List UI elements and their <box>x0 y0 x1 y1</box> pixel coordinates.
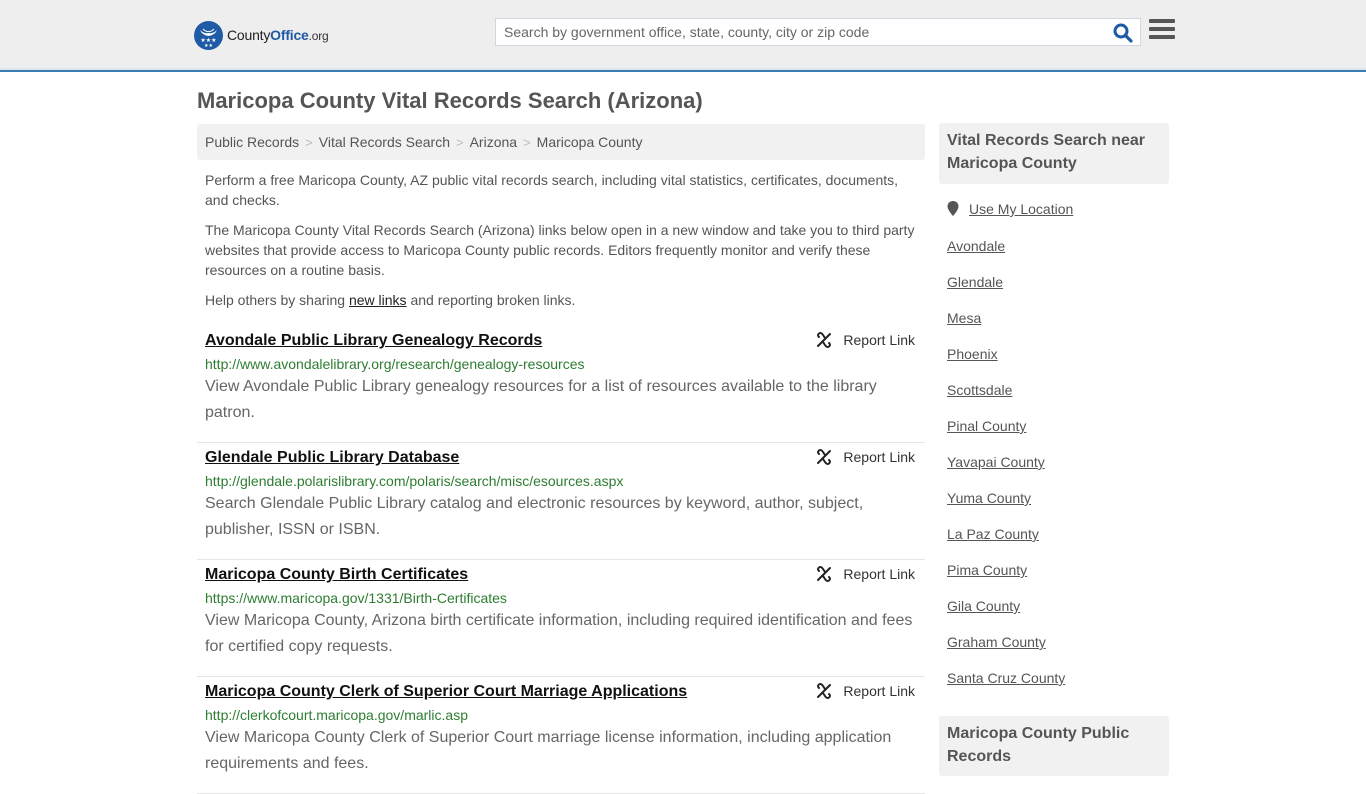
nearby-link-item: Yavapai County <box>947 453 1065 489</box>
result-item: Maricopa County Clerk of Superior Court … <box>197 677 925 794</box>
nearby-link-item: Santa Cruz County <box>947 669 1065 705</box>
nearby-link-item: Mesa <box>947 309 1065 345</box>
search-icon <box>1113 23 1133 43</box>
result-description: View Avondale Public Library genealogy r… <box>205 378 877 421</box>
public-records-heading-box: Maricopa County Public Records <box>939 716 1169 776</box>
search-button[interactable] <box>1112 22 1134 44</box>
result-item: Avondale Public Library Genealogy Record… <box>197 326 925 443</box>
report-link-label: Report Link <box>843 566 915 582</box>
breadcrumb-separator: > <box>523 134 531 150</box>
result-url: http://clerkofcourt.maricopa.gov/marlic.… <box>205 707 468 723</box>
result-title-link[interactable]: Glendale Public Library Database <box>205 449 459 467</box>
report-link-label: Report Link <box>843 683 915 699</box>
logo-eagle-icon: ★★★ ★★ <box>194 20 223 50</box>
breadcrumb: Public Records > Vital Records Search > … <box>197 124 925 160</box>
nearby-link-item: Gila County <box>947 597 1065 633</box>
nearby-link-item: Yuma County <box>947 489 1065 525</box>
public-records-heading: Maricopa County Public Records <box>947 725 1130 765</box>
report-link-button[interactable]: Report Link <box>816 683 915 699</box>
nearby-link-la-paz-county[interactable]: La Paz County <box>947 526 1039 542</box>
nearby-link-item: Scottsdale <box>947 381 1065 417</box>
search-box <box>495 18 1141 46</box>
result-url: https://www.maricopa.gov/1331/Birth-Cert… <box>205 590 507 606</box>
nearby-link-item: Pima County <box>947 561 1065 597</box>
svg-text:★★: ★★ <box>204 43 213 49</box>
nearby-link-yuma-county[interactable]: Yuma County <box>947 490 1031 506</box>
hamburger-menu-icon-bar <box>1149 19 1175 23</box>
nearby-link-item: Phoenix <box>947 345 1065 381</box>
logo-text: CountyOffice.org <box>227 27 329 43</box>
result-description: Search Glendale Public Library catalog a… <box>205 495 864 538</box>
intro-help-text: Help others by sharing <box>205 292 349 308</box>
report-link-button[interactable]: Report Link <box>816 566 915 582</box>
nearby-link-avondale[interactable]: Avondale <box>947 238 1005 254</box>
nearby-link-scottsdale[interactable]: Scottsdale <box>947 382 1012 398</box>
intro-paragraph-3: Help others by sharing new links and rep… <box>205 290 920 310</box>
nearby-link-item: Graham County <box>947 633 1065 669</box>
report-link-button[interactable]: Report Link <box>816 332 915 348</box>
result-title-link[interactable]: Maricopa County Birth Certificates <box>205 566 468 584</box>
broken-link-icon <box>817 683 832 699</box>
breadcrumb-public-records[interactable]: Public Records <box>205 134 299 150</box>
nearby-link-yavapai-county[interactable]: Yavapai County <box>947 454 1045 470</box>
broken-link-icon <box>817 332 832 348</box>
hamburger-menu-button[interactable] <box>1149 19 1175 43</box>
report-link-label: Report Link <box>843 332 915 348</box>
broken-link-icon <box>817 449 832 465</box>
nearby-link-item: Avondale <box>947 237 1065 273</box>
intro-paragraph-2: The Maricopa County Vital Records Search… <box>205 222 915 278</box>
breadcrumb-maricopa-county[interactable]: Maricopa County <box>537 134 643 150</box>
hamburger-menu-icon-bar <box>1149 35 1175 39</box>
new-links-link[interactable]: new links <box>349 292 407 308</box>
breadcrumb-separator: > <box>456 134 464 150</box>
site-header: ★★★ ★★ CountyOffice.org <box>0 0 1366 72</box>
result-description: View Maricopa County Clerk of Superior C… <box>205 729 892 772</box>
nearby-link-graham-county[interactable]: Graham County <box>947 634 1046 650</box>
result-item: Maricopa County Birth Certificates Repor… <box>197 560 925 677</box>
report-link-button[interactable]: Report Link <box>816 449 915 465</box>
breadcrumb-vital-records-search[interactable]: Vital Records Search <box>319 134 450 150</box>
site-logo[interactable]: ★★★ ★★ CountyOffice.org <box>194 20 329 50</box>
nearby-link-item: Glendale <box>947 273 1065 309</box>
nearby-link-santa-cruz-county[interactable]: Santa Cruz County <box>947 670 1065 686</box>
nearby-link-gila-county[interactable]: Gila County <box>947 598 1020 614</box>
intro-paragraph-1: Perform a free Maricopa County, AZ publi… <box>205 172 899 208</box>
result-title-link[interactable]: Maricopa County Clerk of Superior Court … <box>205 683 687 701</box>
nearby-link-pima-county[interactable]: Pima County <box>947 562 1027 578</box>
report-link-label: Report Link <box>843 449 915 465</box>
breadcrumb-separator: > <box>305 134 313 150</box>
use-my-location-link[interactable]: Use My Location <box>969 201 1073 217</box>
result-url: http://glendale.polarislibrary.com/polar… <box>205 473 624 489</box>
nearby-link-glendale[interactable]: Glendale <box>947 274 1003 290</box>
nearby-link-item: La Paz County <box>947 525 1065 561</box>
result-description: View Maricopa County, Arizona birth cert… <box>205 612 913 655</box>
result-title-link[interactable]: Avondale Public Library Genealogy Record… <box>205 332 542 350</box>
nearby-link-mesa[interactable]: Mesa <box>947 310 981 326</box>
nearby-heading-box: Vital Records Search near Maricopa Count… <box>939 123 1169 184</box>
intro-help-text-end: and reporting broken links. <box>406 292 576 308</box>
result-item: Glendale Public Library Database Report … <box>197 443 925 560</box>
breadcrumb-arizona[interactable]: Arizona <box>470 134 517 150</box>
results-list: Avondale Public Library Genealogy Record… <box>197 326 925 794</box>
page-title: Maricopa County Vital Records Search (Ar… <box>197 88 703 113</box>
intro-text: Perform a free Maricopa County, AZ publi… <box>205 170 920 320</box>
use-my-location: Use My Location <box>947 201 1073 217</box>
result-url: http://www.avondalelibrary.org/research/… <box>205 356 585 372</box>
broken-link-icon <box>817 566 832 582</box>
nearby-heading: Vital Records Search near Maricopa Count… <box>947 132 1146 172</box>
nearby-link-item: Pinal County <box>947 417 1065 453</box>
hamburger-menu-icon-bar <box>1149 27 1175 31</box>
map-marker-icon <box>947 201 959 216</box>
search-input[interactable] <box>496 19 1106 45</box>
nearby-link-pinal-county[interactable]: Pinal County <box>947 418 1026 434</box>
nearby-links-list: Avondale Glendale Mesa Phoenix Scottsdal… <box>947 237 1065 705</box>
nearby-link-phoenix[interactable]: Phoenix <box>947 346 998 362</box>
